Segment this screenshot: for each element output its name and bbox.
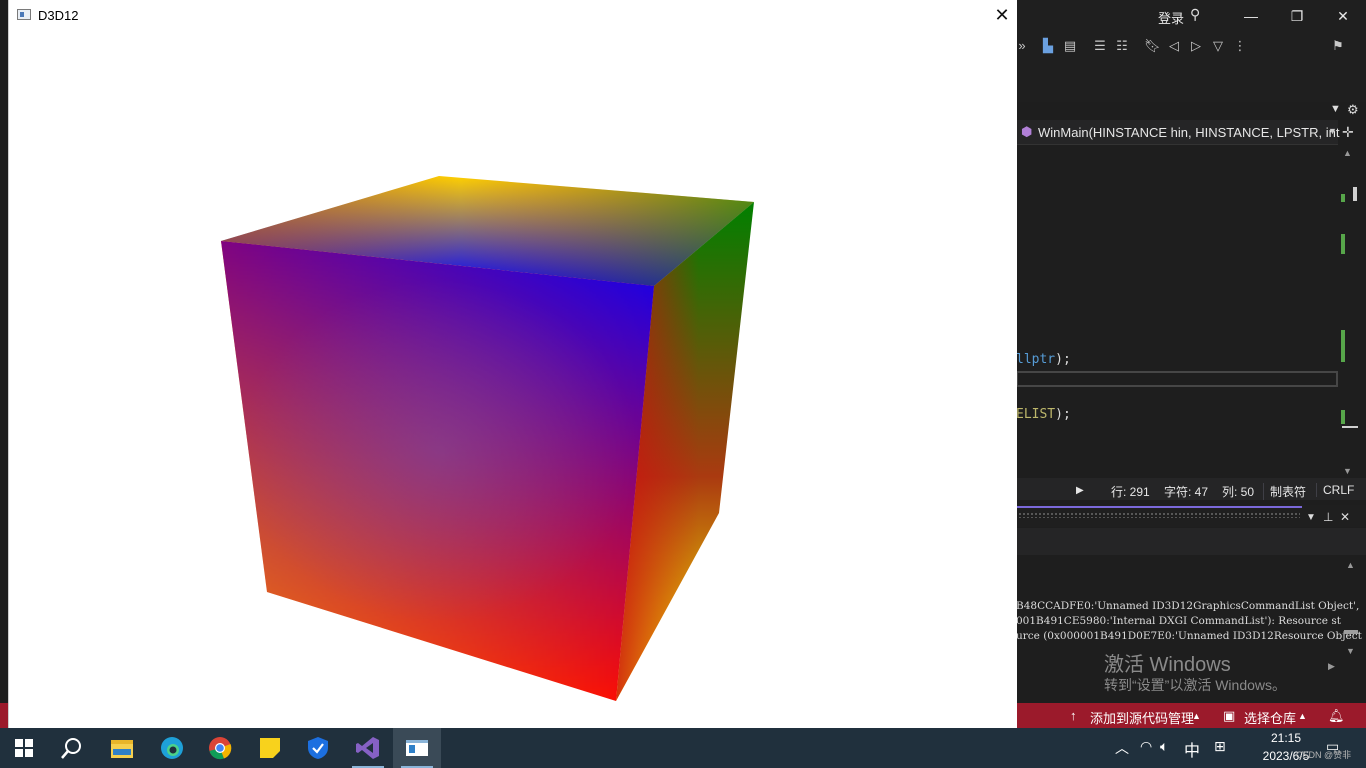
live-share-icon[interactable]: ⚑ bbox=[1330, 38, 1346, 54]
search-button[interactable] bbox=[48, 728, 96, 768]
code-line: llptr); bbox=[1016, 352, 1071, 367]
scroll-thumb[interactable] bbox=[1353, 187, 1357, 201]
edge-icon bbox=[161, 737, 183, 759]
tabs-indicator[interactable]: 制表符 bbox=[1263, 483, 1306, 500]
window-title: D3D12 bbox=[38, 8, 79, 23]
d3d12-window: D3D12 ✕ bbox=[8, 0, 1017, 728]
pin-icon[interactable]: ⊥ bbox=[1323, 510, 1333, 524]
d3d12-app-button[interactable] bbox=[393, 728, 441, 768]
code-line: ELIST); bbox=[1016, 407, 1071, 422]
start-button[interactable] bbox=[0, 728, 48, 768]
change-marker bbox=[1341, 234, 1345, 254]
member-dropdown-text[interactable]: WinMain(HINSTANCE hin, HINSTANCE, LPSTR,… bbox=[1038, 125, 1339, 140]
format-icon[interactable]: ▤ bbox=[1062, 38, 1078, 54]
chevron-down-icon[interactable]: ▼ bbox=[1328, 126, 1337, 136]
current-line-highlight bbox=[1016, 371, 1338, 387]
ime-indicator[interactable]: 中 bbox=[1184, 737, 1200, 761]
visual-studio-button[interactable] bbox=[344, 728, 392, 768]
col-indicator[interactable]: 列: 50 bbox=[1222, 483, 1254, 500]
visual-studio-icon bbox=[356, 737, 379, 759]
file-explorer-button[interactable] bbox=[98, 728, 146, 768]
output-line: 001B491CE5980:'Internal DXGI CommandList… bbox=[1016, 615, 1341, 627]
close-button[interactable]: ✕ bbox=[1328, 4, 1358, 28]
eol-indicator[interactable]: CRLF bbox=[1316, 483, 1354, 497]
char-indicator[interactable]: 字符: 47 bbox=[1164, 483, 1208, 500]
ime-mode-icon[interactable]: ⊞ bbox=[1214, 738, 1226, 755]
windows-logo-icon bbox=[15, 739, 33, 757]
panel-close-icon[interactable]: ✕ bbox=[1340, 510, 1350, 524]
panel-grip[interactable] bbox=[1018, 512, 1300, 518]
line-indicator[interactable]: 行: 291 bbox=[1111, 483, 1150, 500]
cube-front-face bbox=[221, 241, 654, 701]
sticky-notes-button[interactable] bbox=[246, 728, 294, 768]
upload-arrow-icon: ↑ bbox=[1070, 708, 1077, 723]
account-icon[interactable]: ⚲ bbox=[1190, 6, 1206, 24]
login-link[interactable]: 登录 bbox=[1158, 8, 1184, 27]
change-marker bbox=[1341, 410, 1345, 424]
step-icon[interactable]: ▙ bbox=[1040, 38, 1056, 54]
toolbar-overflow-icon[interactable]: ⋮ bbox=[1232, 38, 1248, 54]
add-source-control-button[interactable]: 添加到源代码管理 bbox=[1090, 708, 1194, 727]
split-editor-icon[interactable]: ✛ bbox=[1342, 124, 1354, 141]
caret-marker bbox=[1342, 426, 1358, 428]
bookmark-next-icon[interactable]: ▷ bbox=[1188, 38, 1204, 54]
restore-button[interactable]: ❐ bbox=[1282, 4, 1312, 28]
tab-dropdown-icon[interactable]: ▼ bbox=[1330, 103, 1341, 115]
edge-button[interactable] bbox=[148, 728, 196, 768]
code-token: ); bbox=[1055, 407, 1071, 422]
scroll-right-icon[interactable]: ▶ bbox=[1076, 485, 1084, 496]
security-button[interactable] bbox=[294, 728, 342, 768]
repo-icon: ▣ bbox=[1223, 708, 1236, 723]
network-icon[interactable]: ◠ bbox=[1140, 738, 1152, 755]
output-line: urce (0x000001B491D0E7E0:'Unnamed ID3D12… bbox=[1016, 630, 1362, 642]
output-scroll-down-icon[interactable]: ▼ bbox=[1346, 646, 1355, 656]
method-cube-icon: ⬢ bbox=[1021, 124, 1033, 139]
settings-icon[interactable]: ⚙ bbox=[1347, 102, 1359, 118]
output-toolbar bbox=[1016, 528, 1366, 555]
activate-windows-title: 激活 Windows bbox=[1104, 654, 1231, 676]
bookmark-icon[interactable]: 🔖︎ bbox=[1144, 38, 1161, 54]
shield-icon bbox=[308, 737, 328, 759]
code-token: llptr bbox=[1016, 352, 1056, 367]
output-scroll-thumb[interactable] bbox=[1344, 630, 1358, 634]
change-marker bbox=[1341, 330, 1345, 362]
output-scroll-right-icon[interactable]: ▶ bbox=[1328, 661, 1335, 672]
code-token: ELIST bbox=[1016, 407, 1056, 422]
uncomment-icon[interactable]: ☷ bbox=[1114, 38, 1130, 54]
app-window-icon bbox=[17, 9, 31, 20]
notifications-icon[interactable]: ▭ bbox=[1326, 738, 1339, 755]
change-marker bbox=[1341, 194, 1345, 202]
render-canvas[interactable] bbox=[9, 31, 1017, 728]
scroll-up-icon[interactable]: ▲ bbox=[1343, 148, 1352, 158]
app-window-icon bbox=[406, 740, 428, 756]
sticky-note-icon bbox=[260, 738, 280, 758]
panel-dropdown-icon[interactable]: ▼ bbox=[1306, 512, 1316, 523]
code-token: ); bbox=[1055, 352, 1071, 367]
chevron-up-icon[interactable]: ▲ bbox=[1192, 711, 1201, 721]
close-icon[interactable]: ✕ bbox=[991, 5, 1013, 27]
code-editor[interactable] bbox=[1016, 145, 1340, 477]
search-icon bbox=[61, 738, 81, 759]
output-line: B48CCADFE0:'Unnamed ID3D12GraphicsComman… bbox=[1016, 600, 1360, 612]
clock-time[interactable]: 21:15 bbox=[1258, 731, 1314, 745]
volume-icon[interactable]: 🔈︎ bbox=[1160, 738, 1168, 755]
minimize-button[interactable]: — bbox=[1236, 4, 1266, 28]
scroll-down-icon[interactable]: ▼ bbox=[1343, 466, 1352, 476]
bookmark-prev-icon[interactable]: ◁ bbox=[1166, 38, 1182, 54]
activate-windows-subtitle: 转到“设置”以激活 Windows。 bbox=[1104, 677, 1287, 693]
chrome-icon bbox=[209, 737, 232, 760]
d3d12-titlebar[interactable]: D3D12 ✕ bbox=[9, 0, 1017, 31]
folder-icon bbox=[111, 740, 133, 758]
csdn-watermark: CSDN @赞非 bbox=[1296, 750, 1352, 760]
output-scroll-up-icon[interactable]: ▲ bbox=[1346, 560, 1355, 570]
chevron-up-icon[interactable]: ▲ bbox=[1298, 711, 1307, 721]
bookmark-clear-icon[interactable]: ▽ bbox=[1210, 38, 1226, 54]
active-panel-indicator bbox=[1016, 506, 1302, 508]
chrome-button[interactable] bbox=[196, 728, 244, 768]
chevron-up-icon[interactable]: ︿ bbox=[1115, 738, 1129, 758]
notification-bell-icon[interactable]: 🔔︎ bbox=[1328, 708, 1345, 724]
comment-icon[interactable]: ☰ bbox=[1092, 38, 1108, 54]
vs-tabwell bbox=[1016, 62, 1366, 102]
select-repo-button[interactable]: 选择仓库 bbox=[1244, 708, 1296, 727]
